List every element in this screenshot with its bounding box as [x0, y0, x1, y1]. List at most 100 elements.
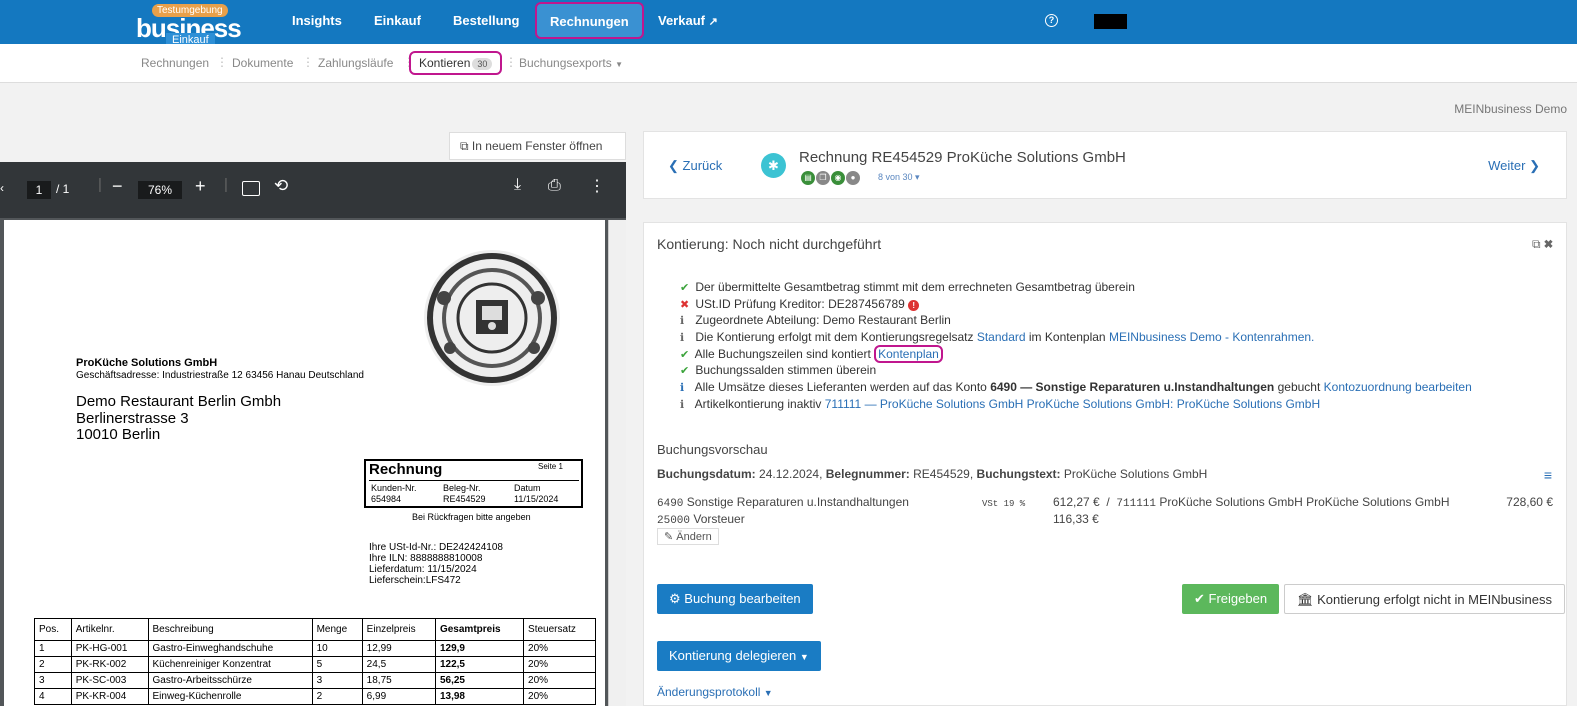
- nav-einkauf[interactable]: Einkauf: [374, 0, 421, 44]
- kontieren-count-badge: 30: [472, 58, 493, 70]
- table-cell: 18,75: [361, 672, 436, 689]
- article-account-link[interactable]: 711111 — ProKüche Solutions GmbH ProKüch…: [825, 397, 1320, 411]
- chevron-left-icon[interactable]: ‹: [0, 181, 4, 195]
- table-cell: 24,5: [361, 656, 436, 673]
- camera-icon[interactable]: ◉: [831, 171, 845, 185]
- table-cell: 20%: [523, 688, 596, 705]
- top-navigation: business Testumgebung Einkauf Insights E…: [0, 0, 1577, 47]
- change-button[interactable]: ✎ Ändern: [657, 528, 719, 545]
- account-number: 25000: [657, 515, 691, 527]
- more-options-icon[interactable]: ⋮: [589, 176, 605, 196]
- invoice-box-page: Seite 1: [538, 462, 563, 471]
- chevron-right-icon: ❯: [1529, 158, 1540, 173]
- nav-verkauf-label: Verkauf: [658, 13, 705, 28]
- info-icon: ℹ: [680, 332, 685, 344]
- open-new-window-button[interactable]: ⧉ In neuem Fenster öffnen: [449, 132, 626, 160]
- delegate-button[interactable]: Kontierung delegieren ▼: [657, 641, 821, 671]
- booking-preview-title: Buchungsvorschau: [657, 442, 768, 457]
- pencil-icon: ✎: [664, 531, 674, 543]
- check-text: Artikelkontierung inaktiv: [694, 397, 822, 411]
- check-item: ✔ Der übermittelte Gesamtbetrag stimmt m…: [680, 280, 1135, 294]
- table-header-row: Pos. Artikelnr. Beschreibung Menge Einze…: [34, 618, 596, 641]
- invoice-status-icons: ▤ ❐ ◉ ●: [801, 169, 861, 185]
- print-icon[interactable]: ⎙: [548, 177, 561, 195]
- rotate-icon[interactable]: ⟲: [274, 176, 288, 196]
- close-icon[interactable]: ✖: [1544, 237, 1553, 251]
- table-cell: 13,98: [434, 688, 525, 705]
- caret-down-icon: ▾: [915, 172, 920, 182]
- column-header: Artikelnr.: [70, 618, 149, 641]
- popout-icon[interactable]: ⧉: [1532, 237, 1541, 251]
- document-icon[interactable]: ▤: [801, 171, 815, 185]
- check-icon: ✔: [680, 365, 690, 377]
- change-log-link[interactable]: Änderungsprotokoll ▼: [657, 685, 773, 699]
- subnav-rechnungen[interactable]: Rechnungen: [141, 56, 209, 70]
- copy-icon[interactable]: ❐: [816, 171, 830, 185]
- edit-booking-button[interactable]: ⚙ Buchung bearbeiten: [657, 584, 813, 614]
- back-button[interactable]: ❮ Zurück: [668, 158, 722, 174]
- tenant-name: MEINbusiness Demo: [1454, 102, 1567, 116]
- divider: ⋮: [302, 55, 314, 69]
- window-restore-icon: ⧉: [460, 139, 469, 153]
- bank-icon: 🏛: [1297, 592, 1314, 607]
- box-value: 11/15/2024: [514, 494, 559, 504]
- fit-page-icon[interactable]: [242, 181, 260, 196]
- column-header: Pos.: [34, 618, 72, 641]
- invoice-counter[interactable]: 8 von 30 ▾: [878, 172, 920, 183]
- nav-insights[interactable]: Insights: [292, 0, 342, 44]
- subnav-dokumente[interactable]: Dokumente: [232, 56, 293, 70]
- tax-code: VSt 19 %: [982, 499, 1026, 509]
- approve-button[interactable]: ✔ Freigeben: [1182, 584, 1280, 614]
- subnav-kontieren[interactable]: Kontieren 30: [409, 51, 503, 75]
- zoom-in-icon[interactable]: +: [195, 176, 206, 197]
- table-cell: 2: [311, 688, 363, 705]
- page-input[interactable]: 1: [27, 181, 51, 199]
- download-icon[interactable]: ⤓: [514, 176, 521, 194]
- info-line: Ihre USt-Id-Nr.: DE242424108: [369, 542, 503, 553]
- cross-icon: ✖: [680, 299, 690, 311]
- change-log-label: Änderungsprotokoll: [657, 685, 761, 699]
- zoom-level[interactable]: 76%: [138, 181, 182, 199]
- account-number: 6490: [657, 498, 684, 510]
- pdf-scrollbar[interactable]: [608, 220, 626, 706]
- hamburger-menu-icon[interactable]: ≡: [1544, 467, 1552, 483]
- user-avatar[interactable]: [1094, 14, 1127, 29]
- kontenrahmen-link[interactable]: MEINbusiness Demo - Kontenrahmen.: [1109, 330, 1314, 344]
- kontierung-title: Kontierung: Noch nicht durchgeführt: [657, 236, 882, 252]
- logo[interactable]: business Testumgebung Einkauf: [136, 4, 251, 47]
- table-row: 3 PK-SC-003 Gastro-Arbeitsschürze 3 18,75 56,…: [34, 672, 596, 689]
- column-header: Steuersatz: [523, 618, 596, 641]
- info-line: Ihre ILN: 8888888810008: [369, 553, 483, 564]
- nav-rechnungen[interactable]: Rechnungen: [535, 2, 644, 39]
- table-cell: 10: [311, 640, 363, 657]
- tax-label: VSt 19 %: [982, 495, 1025, 509]
- inquiry-note: Bei Rückfragen bitte angeben: [412, 512, 531, 522]
- check-item: ℹ Zugeordnete Abteilung: Demo Restaurant…: [680, 313, 951, 327]
- subnav-zahlungslaeufe[interactable]: Zahlungsläufe: [318, 56, 393, 70]
- check-item: ℹ Artikelkontierung inaktiv 711111 — Pro…: [680, 397, 1320, 411]
- question-circle-icon[interactable]: ?: [1045, 14, 1058, 27]
- creditor-number: 711111: [1116, 498, 1157, 510]
- nav-bestellung[interactable]: Bestellung: [453, 0, 519, 44]
- edit-account-link[interactable]: Kontozuordnung bearbeiten: [1324, 380, 1472, 394]
- meta-label: Buchungstext:: [976, 467, 1061, 481]
- check-item: ℹ Alle Umsätze dieses Lieferanten werden…: [680, 380, 1472, 394]
- meta-label: Belegnummer:: [825, 467, 910, 481]
- regelsatz-link[interactable]: Standard: [977, 330, 1026, 344]
- external-kontierung-button[interactable]: 🏛 Kontierung erfolgt nicht in MEINbusine…: [1284, 584, 1565, 614]
- table-cell: 56,25: [434, 672, 525, 689]
- recipient-line: Berlinerstrasse 3: [76, 410, 189, 427]
- check-text: Alle Buchungszeilen sind kontiert: [694, 347, 871, 361]
- nav-verkauf[interactable]: Verkauf ↗: [658, 0, 718, 44]
- table-cell: 12,99: [361, 640, 436, 657]
- subnav-buchungsexports[interactable]: Buchungsexports ▼: [519, 56, 623, 70]
- amount: 116,33 €: [1053, 512, 1099, 526]
- zoom-out-icon[interactable]: −: [112, 176, 123, 197]
- delegate-label: Kontierung delegieren: [669, 648, 797, 663]
- comment-icon[interactable]: ●: [846, 171, 860, 185]
- subnav-kontieren-label: Kontieren: [419, 56, 471, 70]
- next-button[interactable]: Weiter ❯: [1488, 158, 1540, 174]
- kontenplan-link[interactable]: Kontenplan: [874, 345, 943, 363]
- info-icon: ℹ: [680, 399, 685, 411]
- recipient-line: Demo Restaurant Berlin Gmbh: [76, 393, 282, 410]
